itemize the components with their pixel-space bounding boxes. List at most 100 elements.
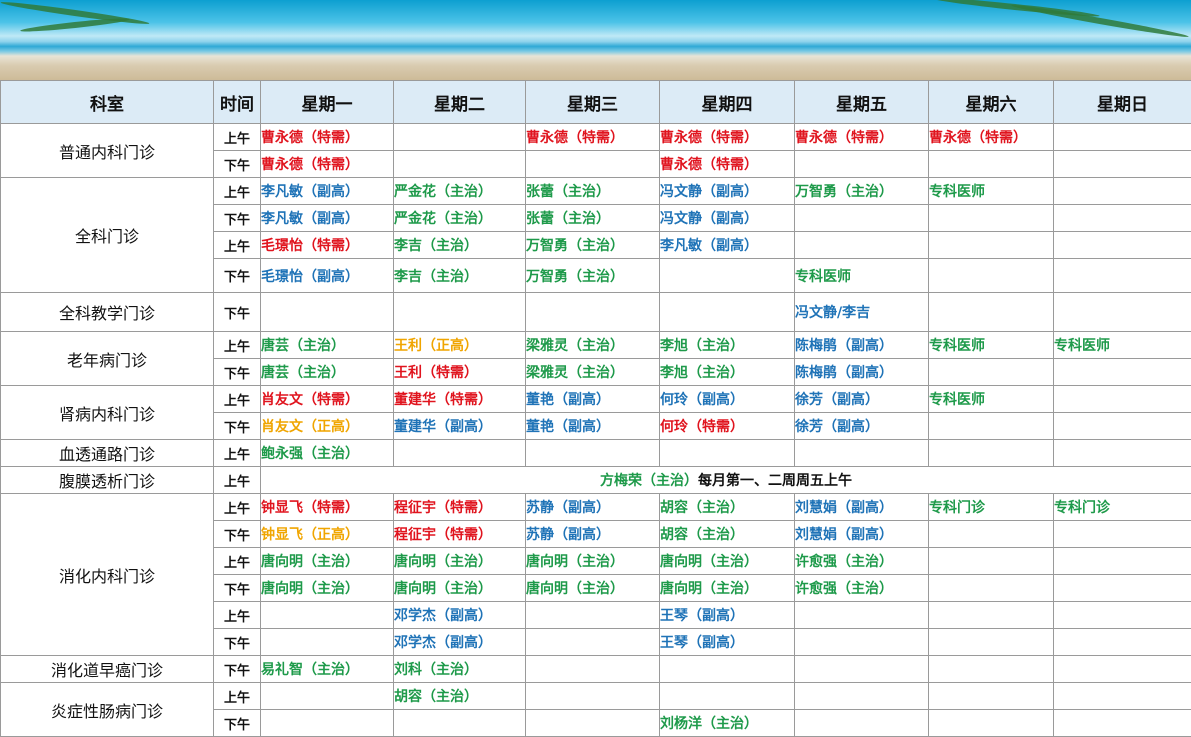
doctor-cell: 鲍永强（主治） <box>260 439 394 467</box>
header-day: 星期六 <box>928 80 1054 124</box>
empty-cell <box>928 292 1054 332</box>
doctor-cell: 唐向明（主治） <box>525 574 660 602</box>
empty-cell <box>794 601 929 629</box>
doctor-cell: 唐向明（主治） <box>260 547 394 575</box>
doctor-cell: 董建华（副高） <box>393 412 526 440</box>
doctor-cell: 刘慧娟（副高） <box>794 493 929 521</box>
table-row: 普通内科门诊 上午 曹永德（特需） 曹永德（特需） 曹永德（特需） 曹永德（特需） 曹永德（… <box>0 123 1191 178</box>
department-name: 腹膜透析门诊 <box>0 466 214 494</box>
doctor-cell: 王琴（副高） <box>659 628 795 656</box>
time-slot: 下午 <box>213 204 261 232</box>
doctor-cell: 万智勇（主治） <box>794 177 929 205</box>
empty-cell <box>1053 204 1191 232</box>
empty-cell <box>794 628 929 656</box>
empty-cell <box>260 292 394 332</box>
department-name: 消化内科门诊 <box>0 493 214 656</box>
empty-cell <box>1053 682 1191 710</box>
doctor-cell: 唐芸（主治） <box>260 358 394 386</box>
department-name: 老年病门诊 <box>0 331 214 386</box>
time-slot: 上午 <box>213 231 261 259</box>
empty-cell <box>260 628 394 656</box>
empty-cell <box>659 258 795 293</box>
empty-cell <box>1053 628 1191 656</box>
table-row: 血透通路门诊 上午 鲍永强（主治） <box>0 439 1191 467</box>
empty-cell <box>928 574 1054 602</box>
department-name: 肾病内科门诊 <box>0 385 214 440</box>
empty-cell <box>393 439 526 467</box>
empty-cell <box>794 231 929 259</box>
doctor-cell: 曹永德（特需） <box>794 123 929 151</box>
doctor-cell: 肖友文（特需） <box>260 385 394 413</box>
table-row: 老年病门诊 上午 唐芸（主治） 王利（正高） 梁雅灵（主治） 李旭（主治） 陈梅鹃（副高）专… <box>0 331 1191 386</box>
doctor-cell: 冯文静（副高） <box>659 177 795 205</box>
doctor-cell: 唐芸（主治） <box>260 331 394 359</box>
doctor-cell: 严金花（主治） <box>393 204 526 232</box>
doctor-cell: 何玲（副高） <box>659 385 795 413</box>
time-slot: 下午 <box>213 628 261 656</box>
empty-cell <box>260 601 394 629</box>
doctor-cell: 钟显飞（正高） <box>260 520 394 548</box>
time-slot: 下午 <box>213 709 261 737</box>
doctor-cell: 何玲（特需） <box>659 412 795 440</box>
time-slot: 下午 <box>213 358 261 386</box>
doctor-cell: 陈梅鹃（副高） <box>794 331 929 359</box>
empty-cell <box>1053 655 1191 683</box>
doctor-cell: 唐向明（主治） <box>659 547 795 575</box>
time-slot: 上午 <box>213 439 261 467</box>
time-slot: 上午 <box>213 493 261 521</box>
doctor-cell: 曹永德（特需） <box>659 150 795 178</box>
doctor-cell: 专科医师 <box>928 177 1054 205</box>
empty-cell <box>525 682 660 710</box>
empty-cell <box>659 682 795 710</box>
empty-cell <box>1053 258 1191 293</box>
doctor-cell: 唐向明（主治） <box>393 547 526 575</box>
empty-cell <box>1053 385 1191 413</box>
department-name: 全科教学门诊 <box>0 292 214 332</box>
doctor-cell: 万智勇（主治） <box>525 258 660 293</box>
empty-cell <box>525 150 660 178</box>
department-name: 消化道早癌门诊 <box>0 655 214 683</box>
doctor-cell: 唐向明（主治） <box>525 547 660 575</box>
empty-cell <box>1053 547 1191 575</box>
empty-cell <box>928 204 1054 232</box>
empty-cell <box>393 150 526 178</box>
empty-cell <box>260 682 394 710</box>
empty-cell <box>1053 150 1191 178</box>
clinic-schedule-table: 科室 时间 星期一 星期二 星期三 星期四 星期五 星期六 星期日 普通内科门诊… <box>0 80 1191 737</box>
time-slot: 下午 <box>213 292 261 332</box>
doctor-cell: 陈梅鹃（副高） <box>794 358 929 386</box>
table-row: 肾病内科门诊 上午 肖友文（特需） 董建华（特需） 董艳（副高） 何玲（副高） 徐芳（副高）… <box>0 385 1191 440</box>
empty-cell <box>928 520 1054 548</box>
department-name: 普通内科门诊 <box>0 123 214 178</box>
doctor-cell: 李旭（主治） <box>659 331 795 359</box>
empty-cell <box>1053 574 1191 602</box>
empty-cell <box>794 204 929 232</box>
empty-cell <box>794 655 929 683</box>
doctor-cell: 专科医师 <box>928 385 1054 413</box>
doctor-cell: 胡容（主治） <box>659 493 795 521</box>
empty-cell <box>928 258 1054 293</box>
doctor-cell: 董艳（副高） <box>525 412 660 440</box>
empty-cell <box>525 601 660 629</box>
time-slot: 上午 <box>213 682 261 710</box>
time-slot: 上午 <box>213 177 261 205</box>
doctor-cell: 程征宇（特需） <box>393 493 526 521</box>
doctor-cell: 梁雅灵（主治） <box>525 358 660 386</box>
doctor-cell: 李凡敏（副高） <box>260 177 394 205</box>
doctor-cell: 专科医师 <box>1053 331 1191 359</box>
doctor-cell: 专科医师 <box>794 258 929 293</box>
empty-cell <box>659 439 795 467</box>
empty-cell <box>1053 520 1191 548</box>
doctor-cell: 专科医师 <box>928 331 1054 359</box>
doctor-cell: 徐芳（副高） <box>794 412 929 440</box>
doctor-name: 方梅荣（主治） <box>600 473 698 489</box>
header-day: 星期一 <box>260 80 394 124</box>
doctor-cell: 曹永德（特需） <box>928 123 1054 151</box>
doctor-cell: 严金花（主治） <box>393 177 526 205</box>
empty-cell <box>1053 439 1191 467</box>
time-slot: 上午 <box>213 601 261 629</box>
doctor-cell: 王利（特需） <box>393 358 526 386</box>
doctor-cell: 徐芳（副高） <box>794 385 929 413</box>
doctor-cell: 许愈强（主治） <box>794 574 929 602</box>
empty-cell <box>794 439 929 467</box>
